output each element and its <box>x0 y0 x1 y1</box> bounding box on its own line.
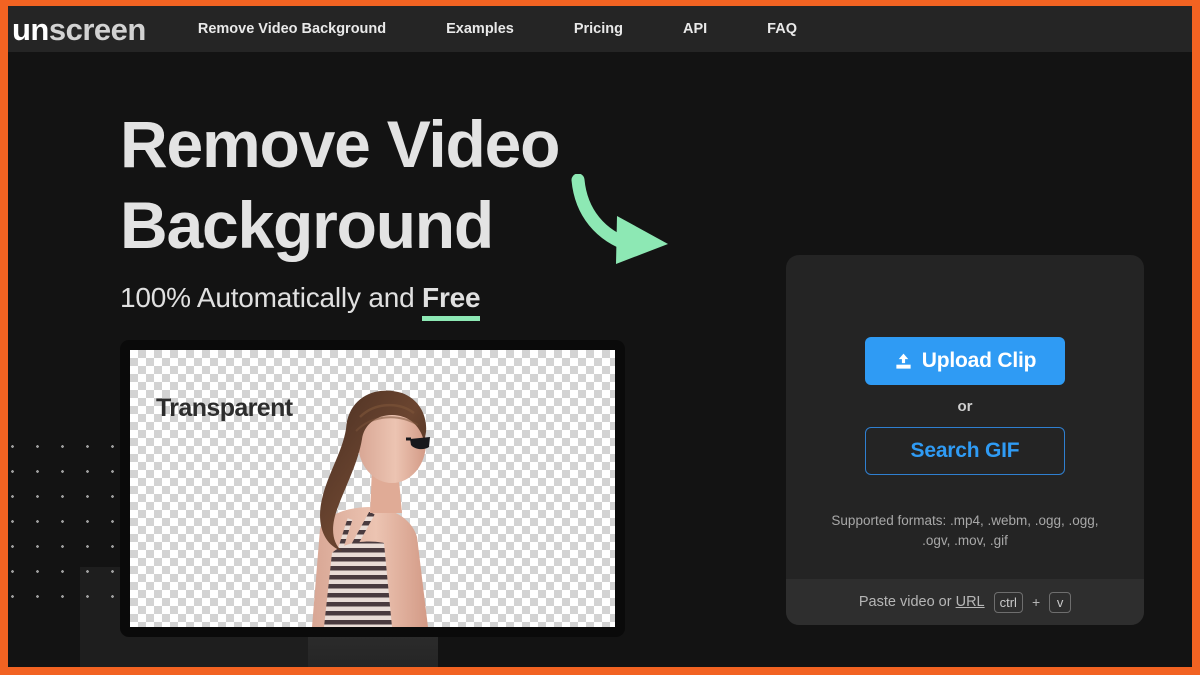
site-header: unscreen Remove Video Background Example… <box>8 6 1192 52</box>
transparent-label: Transparent <box>156 394 293 422</box>
url-link[interactable]: URL <box>956 594 985 610</box>
or-divider-label: or <box>957 398 973 415</box>
key-badge-v: v <box>1049 591 1072 613</box>
key-plus-sign: + <box>1031 594 1041 610</box>
screenshot-root: unscreen Remove Video Background Example… <box>0 0 1200 675</box>
nav-item-remove-video-background[interactable]: Remove Video Background <box>198 17 386 41</box>
unscreen-logo[interactable]: unscreen <box>12 14 146 45</box>
video-preview-screen[interactable]: Transparent <box>130 350 615 627</box>
hero-subtitle-highlight: Free <box>422 282 481 322</box>
search-gif-label: Search GIF <box>910 439 1020 462</box>
hero-subtitle-prefix: 100% Automatically and <box>120 282 423 314</box>
nav-item-api[interactable]: API <box>683 17 707 41</box>
monitor-bezel: Transparent <box>120 340 625 637</box>
nav-item-faq[interactable]: FAQ <box>767 17 797 41</box>
upload-clip-label: Upload Clip <box>921 349 1037 372</box>
upload-icon <box>896 353 911 369</box>
page-title: Remove Video Background <box>120 107 560 262</box>
page-frame: unscreen Remove Video Background Example… <box>8 6 1192 667</box>
upload-panel-main: Upload Clip or Search GIF Supported form… <box>786 255 1144 579</box>
upload-panel: Upload Clip or Search GIF Supported form… <box>786 255 1144 625</box>
monitor-stand-neck <box>307 637 438 667</box>
preview-subject-photo <box>312 390 430 627</box>
nav-item-examples[interactable]: Examples <box>446 17 514 41</box>
search-gif-button[interactable]: Search GIF <box>865 427 1065 475</box>
hero-subtitle: 100% Automatically and Free <box>120 282 640 322</box>
supported-formats-text: Supported formats: .mp4, .webm, .ogg, .o… <box>831 513 1099 549</box>
hero-section: Remove Video Background 100% Automatical… <box>120 104 640 322</box>
curved-arrow-down-right-icon <box>571 174 668 264</box>
logo-text-screen: screen <box>48 11 146 47</box>
video-preview-monitor: Transparent <box>120 340 625 667</box>
page-body: Remove Video Background 100% Automatical… <box>8 52 1192 667</box>
logo-text-un: un <box>12 11 49 47</box>
key-badge-ctrl: ctrl <box>993 591 1023 613</box>
nav-item-pricing[interactable]: Pricing <box>574 17 623 41</box>
upload-clip-button[interactable]: Upload Clip <box>865 337 1065 385</box>
main-navigation: Remove Video Background Examples Pricing… <box>198 17 797 41</box>
paste-url-bar[interactable]: Paste video or URL ctrl + v <box>786 579 1144 625</box>
paste-bar-text: Paste video or URL <box>858 594 985 610</box>
